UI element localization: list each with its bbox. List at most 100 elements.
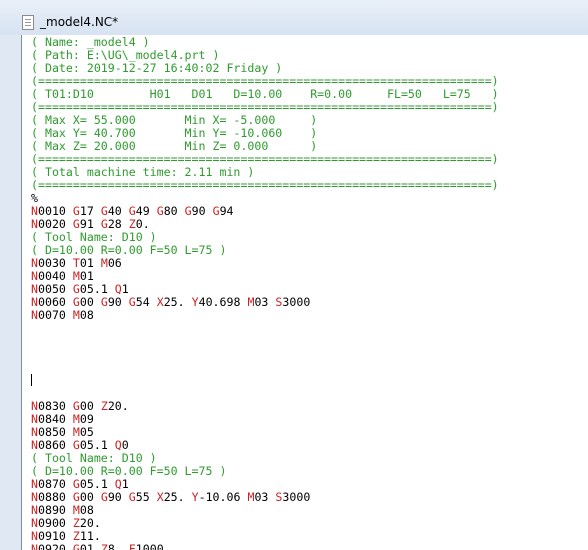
address-letter: Q (114, 438, 122, 452)
address-letter: M (100, 256, 108, 270)
address-letter: G (128, 295, 136, 309)
code-value: 00 (79, 399, 101, 413)
address-letter: T (72, 256, 80, 270)
code-value: % (31, 191, 38, 205)
code-value: 25. (163, 490, 192, 504)
comment-text: ( Max Z= 20.000 Min Z= 0.000 ) (31, 139, 318, 153)
code-value: 01 (79, 542, 101, 550)
address-letter: G (100, 490, 108, 504)
code-value: 03 (254, 490, 276, 504)
code-value: 3000 (282, 490, 311, 504)
comment-text: (=======================================… (31, 100, 499, 114)
code-value: 28 (107, 217, 129, 231)
address-letter: Z (100, 542, 108, 550)
address-letter: N (31, 503, 38, 517)
address-letter: Q (114, 282, 122, 296)
address-letter: N (31, 269, 38, 283)
code-value: 00 (79, 490, 101, 504)
code-value: 0010 (37, 204, 73, 218)
comment-text: ( Path: E:\UG\_model4.prt ) (31, 48, 220, 62)
code-value: 40 (107, 204, 129, 218)
comment-text: ( Max Y= 40.700 Min Y= -10.060 ) (31, 126, 318, 140)
address-letter: Z (72, 516, 80, 530)
address-letter: Q (114, 477, 122, 491)
address-letter: Z (128, 217, 136, 231)
address-letter: X (156, 295, 164, 309)
code-value: 0850 (37, 425, 73, 439)
code-value: 01 (79, 256, 101, 270)
code-value: 0030 (37, 256, 73, 270)
comment-text: ( Name: _model4 ) (31, 35, 150, 49)
code-value: 09 (79, 412, 94, 426)
address-letter: N (31, 204, 38, 218)
code-value: 08 (79, 503, 94, 517)
code-line[interactable]: N0920 G01 Z8. F1000. (31, 543, 171, 550)
address-letter: G (212, 204, 220, 218)
code-value: 0900 (37, 516, 73, 530)
code-value: 05.1 (79, 477, 115, 491)
address-letter: G (72, 438, 80, 452)
address-letter: G (72, 217, 80, 231)
address-letter: N (31, 425, 38, 439)
code-value: 91 (79, 217, 101, 231)
address-letter: G (72, 399, 80, 413)
code-value: 1 (121, 477, 129, 491)
code-value: 17 (79, 204, 101, 218)
comment-text: ( Max X= 55.000 Min X= -5.000 ) (31, 113, 318, 127)
address-letter: N (31, 490, 38, 504)
address-letter: G (72, 204, 80, 218)
code-value: 3000 (282, 295, 311, 309)
code-value: -10.06 (198, 490, 248, 504)
code-value: 0870 (37, 477, 73, 491)
address-letter: G (72, 542, 80, 550)
code-value: 90 (191, 204, 213, 218)
address-letter: Y (191, 490, 199, 504)
address-letter: G (72, 295, 80, 309)
address-letter: N (31, 256, 38, 270)
address-letter: N (31, 477, 38, 491)
address-letter: N (31, 529, 38, 543)
code-editor[interactable]: ( Name: _model4 )( Path: E:\UG\_model4.p… (21, 35, 588, 550)
address-letter: N (31, 438, 38, 452)
address-letter: M (72, 425, 80, 439)
code-value: 11. (79, 529, 101, 543)
address-letter: M (72, 412, 80, 426)
code-value: 90 (107, 295, 129, 309)
address-letter: G (72, 490, 80, 504)
address-letter: M (72, 503, 80, 517)
code-value: 20. (107, 399, 129, 413)
address-letter: N (31, 399, 38, 413)
code-line[interactable]: N0070 M08 (31, 309, 94, 322)
editor-window: _model4.NC* ( Name: _model4 )( Path: E:\… (0, 0, 588, 550)
address-letter: G (128, 490, 136, 504)
code-value: 0050 (37, 282, 73, 296)
code-value: 0060 (37, 295, 73, 309)
code-value: 0070 (37, 308, 73, 322)
nc-file-icon (22, 15, 34, 30)
code-value: 03 (254, 295, 276, 309)
code-value: 54 (135, 295, 157, 309)
address-letter: M (72, 308, 80, 322)
address-letter: Z (100, 399, 108, 413)
code-value: 8. (107, 542, 129, 550)
address-letter: N (31, 217, 38, 231)
code-value: 00 (79, 295, 101, 309)
address-letter: G (184, 204, 192, 218)
code-value: 0890 (37, 503, 73, 517)
code-value: 05.1 (79, 282, 115, 296)
code-value: 94 (219, 204, 234, 218)
code-value: 0840 (37, 412, 73, 426)
code-line[interactable]: (=======================================… (31, 179, 499, 192)
code-value: 0880 (37, 490, 73, 504)
text-cursor (31, 374, 32, 386)
address-letter: Y (191, 295, 199, 309)
code-value: 05 (79, 425, 94, 439)
title-bar[interactable]: _model4.NC* (0, 0, 588, 35)
comment-text: ( Tool Name: D10 ) (31, 451, 157, 465)
code-value: 0860 (37, 438, 73, 452)
code-value: 0. (135, 217, 150, 231)
address-letter: F (128, 542, 136, 550)
address-letter: N (31, 542, 38, 550)
code-value: 0830 (37, 399, 73, 413)
address-letter: G (128, 204, 136, 218)
